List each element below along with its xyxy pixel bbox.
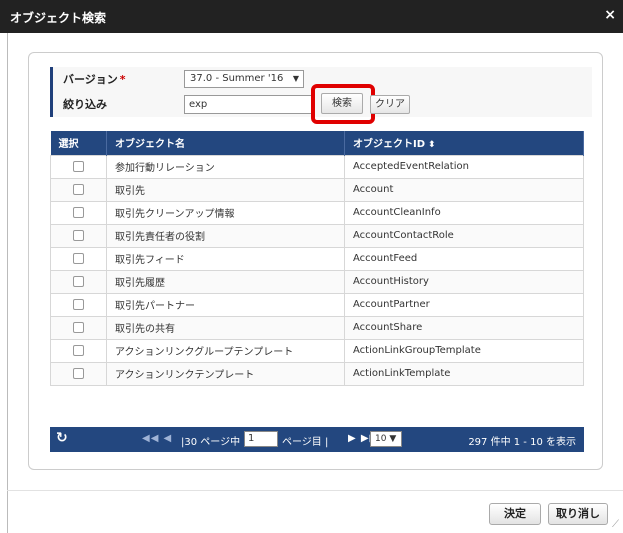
pages-prefix: |30 ページ中 [181,437,241,448]
version-label: バージョン * [50,67,180,92]
row-checkbox[interactable] [73,183,84,195]
table-header-row: 選択 オブジェクト名 オブジェクトID ⬍ [50,131,584,155]
table-row[interactable]: 取引先の共有 AccountShare [50,315,584,340]
object-name-cell: アクションリンクグループテンプレート [106,338,345,363]
object-name-cell: 取引先クリーンアップ情報 [106,200,345,225]
table-row[interactable]: 取引先 Account [50,177,584,202]
table-row[interactable]: アクションリンクグループテンプレート ActionLinkGroupTemplat… [50,338,584,363]
row-checkbox[interactable] [73,367,84,379]
close-icon[interactable]: × [604,7,616,23]
row-checkbox[interactable] [73,344,84,356]
row-checkbox[interactable] [73,229,84,241]
page-number-input[interactable]: 1 [244,431,278,447]
table-row[interactable]: 取引先履歴 AccountHistory [50,269,584,294]
page-size-select[interactable]: 10 ▼ [370,431,402,447]
object-name-cell: 取引先フィード [106,246,345,271]
object-name-cell: 参加行動リレーション [106,154,345,179]
object-id-cell: ActionLinkGroupTemplate [344,338,584,363]
header-object-name: オブジェクト名 [106,131,345,155]
row-checkbox[interactable] [73,298,84,310]
object-id-cell: AcceptedEventRelation [344,154,584,179]
refresh-icon[interactable]: ↻ [56,430,68,446]
object-id-cell: AccountCleanInfo [344,200,584,225]
pages-suffix: ページ目 | [282,437,329,448]
table-row[interactable]: アクションリンクテンプレート ActionLinkTemplate [50,361,584,386]
row-checkbox[interactable] [73,321,84,333]
table-row[interactable]: 取引先パートナー AccountPartner [50,292,584,317]
required-mark: * [119,73,126,86]
object-id-cell: Account [344,177,584,202]
object-name-cell: 取引先 [106,177,345,202]
table-row[interactable]: 取引先責任者の役割 AccountContactRole [50,223,584,248]
object-name-cell: アクションリンクテンプレート [106,361,345,386]
row-checkbox[interactable] [73,160,84,172]
header-select: 選択 [50,131,107,155]
version-select[interactable]: 37.0 - Summer '16 ▼ [184,70,304,88]
object-id-cell: AccountContactRole [344,223,584,248]
ok-button[interactable]: 決定 [489,503,541,525]
cancel-button[interactable]: 取り消し [548,503,608,525]
object-table: 選択 オブジェクト名 オブジェクトID ⬍ 参加行動リレーション AcceptedE… [50,131,584,386]
object-id-cell: ActionLinkTemplate [344,361,584,386]
header-object-id[interactable]: オブジェクトID ⬍ [344,131,584,155]
object-id-cell: AccountShare [344,315,584,340]
table-row[interactable]: 参加行動リレーション AcceptedEventRelation [50,154,584,179]
filter-label: 絞り込み [50,92,180,117]
object-id-cell: AccountPartner [344,292,584,317]
record-summary: 297 件中 1 - 10 を表示 [468,437,576,448]
table-row[interactable]: 取引先フィード AccountFeed [50,246,584,271]
chevron-down-icon: ▼ [292,74,299,83]
pager-bar: ↻ ◀◀ ◀ |30 ページ中 1 ページ目 | ▶ ▶▶ 10 ▼ 297 件… [50,427,584,452]
row-checkbox[interactable] [73,252,84,264]
version-select-value: 37.0 - Summer '16 [190,73,284,84]
filter-input[interactable]: exp [184,95,314,114]
object-id-cell: AccountFeed [344,246,584,271]
table-row[interactable]: 取引先クリーンアップ情報 AccountCleanInfo [50,200,584,225]
dialog-title: オブジェクト検索 [10,11,107,25]
clear-button[interactable]: クリア [370,95,410,114]
object-name-cell: 取引先履歴 [106,269,345,294]
object-name-cell: 取引先責任者の役割 [106,223,345,248]
sort-icon[interactable]: ⬍ [428,140,436,150]
search-button-highlight [311,84,375,124]
dialog-titlebar: オブジェクト検索 × [0,0,623,33]
resize-grip-icon[interactable]: ⟋ [612,519,619,530]
footer-divider [7,490,623,491]
row-checkbox[interactable] [73,275,84,287]
object-id-cell: AccountHistory [344,269,584,294]
object-name-cell: 取引先の共有 [106,315,345,340]
object-name-cell: 取引先パートナー [106,292,345,317]
row-checkbox[interactable] [73,206,84,218]
prev-page-icon[interactable]: ◀◀ ◀ [142,433,172,444]
